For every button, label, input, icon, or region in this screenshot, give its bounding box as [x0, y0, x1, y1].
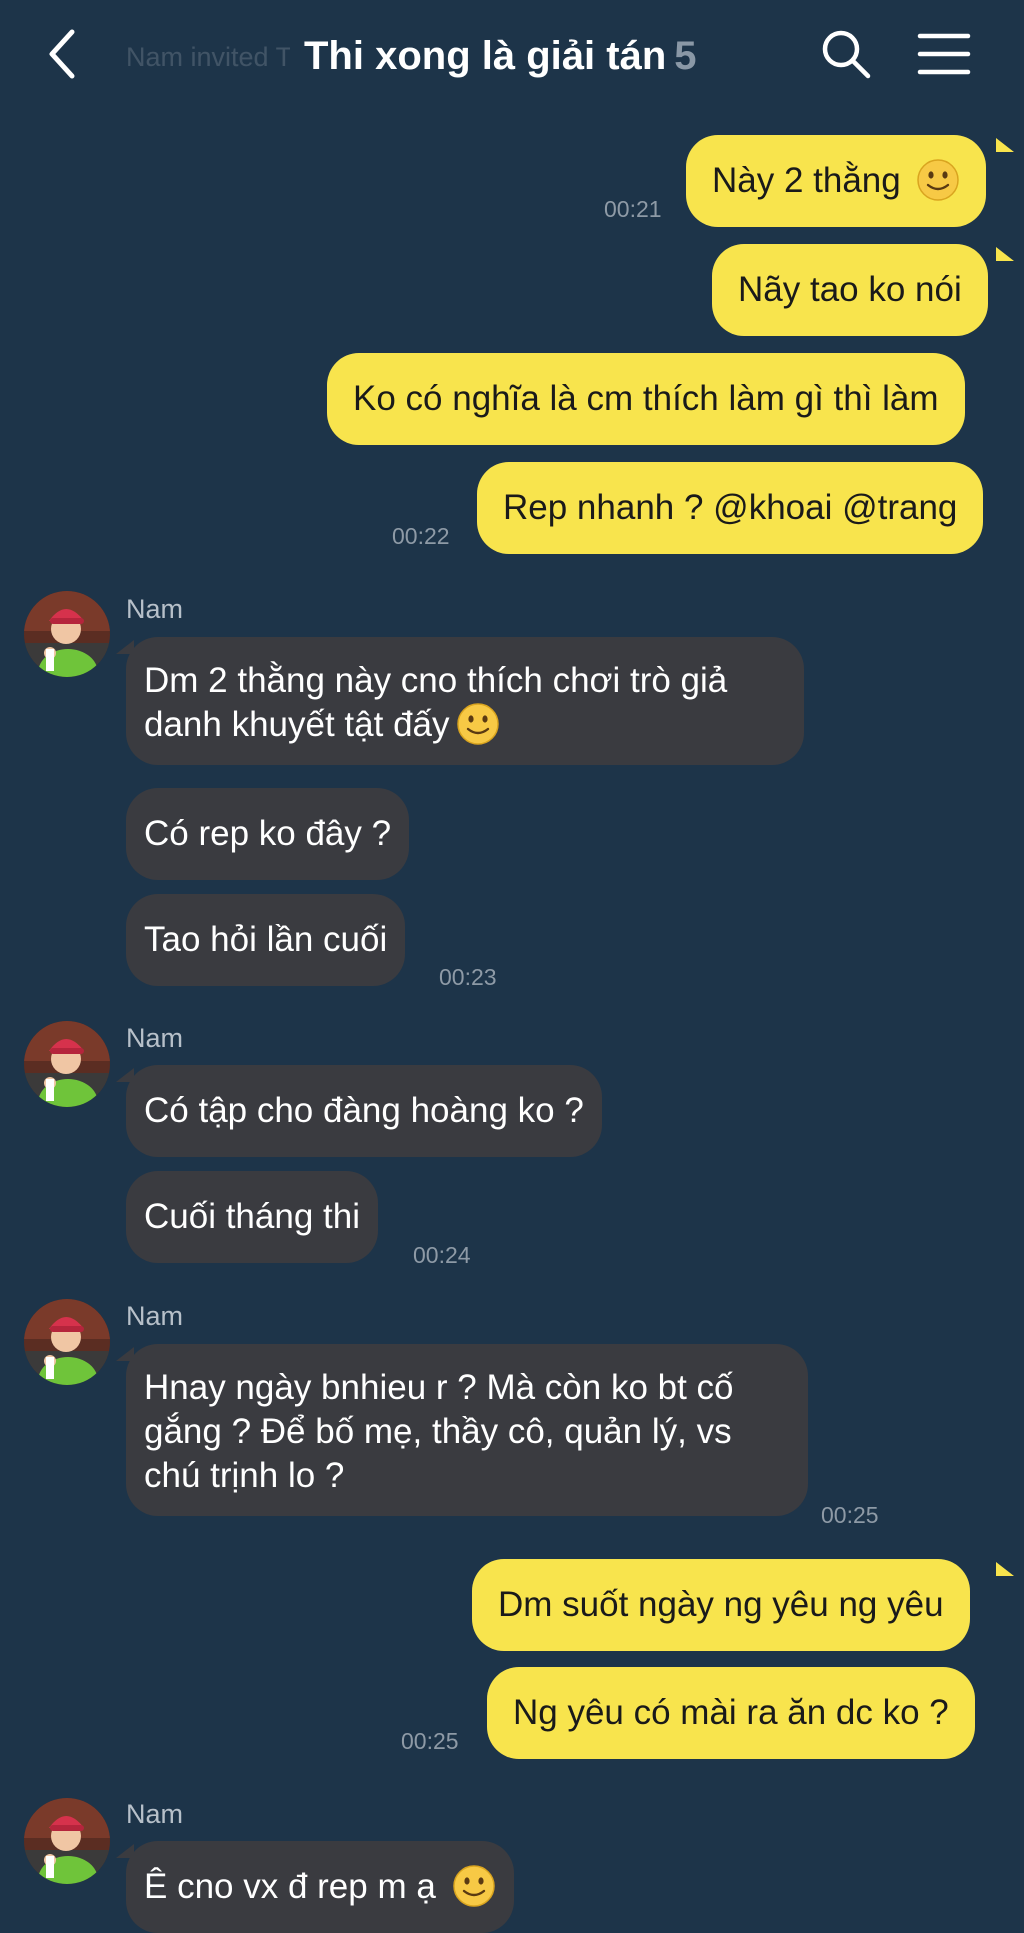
bubble-tail	[996, 1562, 1014, 1576]
message-text: Hnay ngày bnhieu r ? Mà còn ko bt cố gắn…	[144, 1368, 734, 1495]
message-time: 00:23	[439, 964, 497, 990]
sender-name: Nam	[126, 1799, 184, 1829]
bubble-tail	[116, 1347, 134, 1361]
message-time: 00:21	[604, 196, 662, 222]
outgoing-message-bubble[interactable]: Ng yêu có mài ra ăn dc ko ?	[487, 1667, 975, 1759]
incoming-message-bubble[interactable]: Cuối tháng thi	[126, 1171, 378, 1263]
incoming-message-bubble[interactable]: Có rep ko đây ?	[126, 788, 410, 880]
bubble-tail	[116, 640, 134, 654]
message-text: Dm suốt ngày ng yêu ng yêu	[498, 1585, 944, 1624]
incoming-message-bubble[interactable]: Hnay ngày bnhieu r ? Mà còn ko bt cố gắn…	[126, 1344, 808, 1516]
outgoing-message-bubble[interactable]: Ko có nghĩa là cm thích làm gì thì làm	[327, 353, 965, 445]
message-time: 00:25	[401, 1728, 459, 1754]
message-text: Nãy tao ko nói	[738, 270, 962, 309]
message-text: Ê cno vx đ rep m ạ	[144, 1867, 436, 1906]
bubble-tail	[996, 138, 1014, 152]
slightly-smiling-face-emoji	[456, 702, 499, 745]
message-text: Này 2 thằng	[712, 161, 901, 200]
bubble-tail	[996, 247, 1014, 261]
slightly-smiling-face-emoji	[917, 158, 960, 201]
outgoing-message-bubble[interactable]: Nãy tao ko nói	[712, 244, 988, 336]
incoming-message-bubble[interactable]: Ê cno vx đ rep m ạ	[126, 1841, 514, 1933]
chat-header: Nam invited Trang, Khoai, Trang, Minh...…	[0, 0, 1024, 110]
message-time: 00:22	[392, 523, 450, 549]
message-text: Tao hỏi lần cuối	[144, 920, 388, 959]
group-name: Thi xong là giải tán	[304, 34, 667, 78]
message-time: 00:25	[821, 1502, 879, 1528]
back-arrow-icon[interactable]	[40, 26, 90, 82]
bubble-tail	[116, 1844, 134, 1858]
sender-name: Nam	[126, 594, 184, 624]
message-text: Ko có nghĩa là cm thích làm gì thì làm	[353, 379, 939, 418]
outgoing-message-bubble[interactable]: Dm suốt ngày ng yêu ng yêu	[472, 1559, 970, 1651]
member-count: 5	[674, 34, 697, 78]
message-text: Có tập cho đàng hoàng ko ?	[144, 1091, 584, 1130]
avatar[interactable]	[24, 1798, 110, 1884]
incoming-message-bubble[interactable]: Tao hỏi lần cuối	[126, 894, 406, 986]
message-text: Cuối tháng thi	[144, 1197, 360, 1236]
message-text: Có rep ko đây ?	[144, 814, 392, 853]
bubble-tail	[116, 1068, 134, 1082]
incoming-message-bubble[interactable]: Có tập cho đàng hoàng ko ?	[126, 1065, 602, 1157]
menu-icon[interactable]	[916, 30, 972, 78]
message-text: Dm 2 thằng này cno thích chơi trò giả da…	[144, 661, 728, 744]
avatar[interactable]	[24, 1299, 110, 1385]
sender-name: Nam	[126, 1301, 184, 1331]
slightly-smiling-face-emoji	[452, 1864, 495, 1907]
search-icon[interactable]	[818, 26, 874, 82]
incoming-message-bubble[interactable]: Dm 2 thằng này cno thích chơi trò giả da…	[126, 637, 804, 765]
message-time: 00:24	[413, 1242, 471, 1268]
sender-name: Nam	[126, 1023, 184, 1053]
message-text: Rep nhanh ? @khoai @trang	[503, 488, 958, 527]
outgoing-message-bubble[interactable]: Rep nhanh ? @khoai @trang	[477, 462, 984, 554]
chat-title[interactable]: Thi xong là giải tán 5	[290, 30, 711, 82]
avatar[interactable]	[24, 1021, 110, 1107]
message-text: Ng yêu có mài ra ăn dc ko ?	[513, 1693, 949, 1732]
avatar[interactable]	[24, 591, 110, 677]
outgoing-message-bubble[interactable]: Này 2 thằng	[686, 135, 987, 227]
